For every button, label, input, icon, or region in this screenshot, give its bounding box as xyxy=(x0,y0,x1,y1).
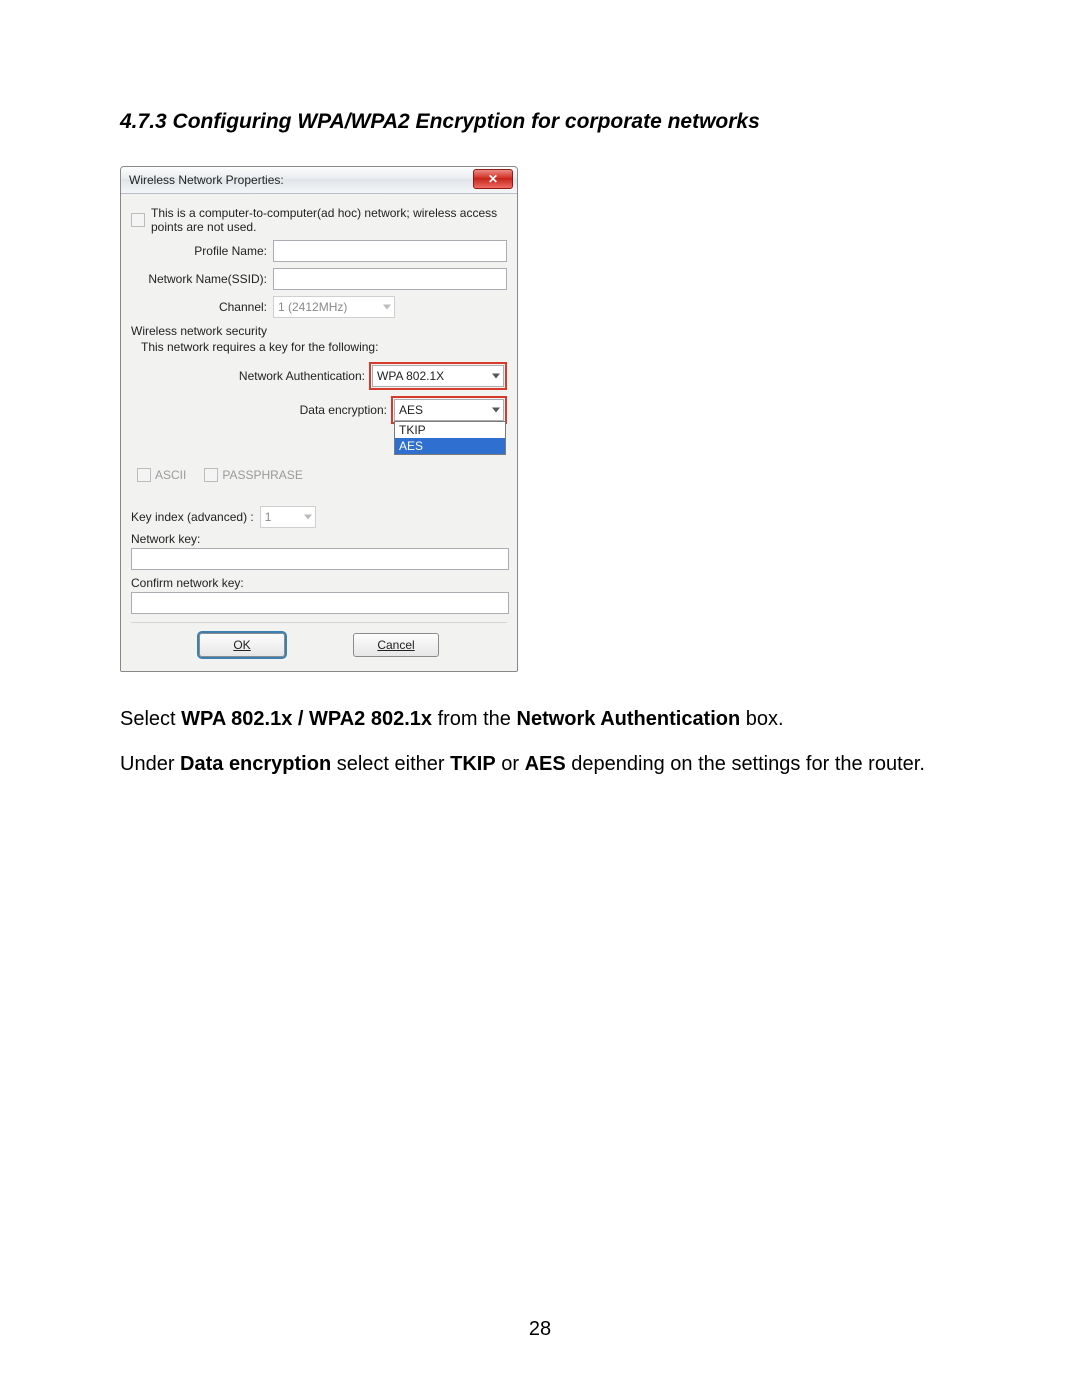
confirm-key-input[interactable] xyxy=(131,592,509,614)
passphrase-label: PASSPHRASE xyxy=(222,468,302,482)
chevron-down-icon xyxy=(383,305,391,310)
ascii-checkbox xyxy=(137,468,151,482)
network-key-label: Network key: xyxy=(131,532,507,546)
key-index-value: 1 xyxy=(265,510,272,524)
profile-name-input[interactable] xyxy=(273,240,507,262)
key-index-label: Key index (advanced) : xyxy=(131,510,260,524)
security-group-label: Wireless network security xyxy=(131,324,507,338)
data-encryption-value: AES xyxy=(399,403,423,417)
data-encryption-dropdown[interactable]: TKIP AES xyxy=(394,421,506,455)
data-encryption-highlight: AES TKIP AES xyxy=(391,396,507,424)
chevron-down-icon xyxy=(304,515,312,520)
channel-select: 1 (2412MHz) xyxy=(273,296,395,318)
ok-button-label: OK xyxy=(233,638,250,652)
instruction-2: Under Data encryption select either TKIP… xyxy=(120,751,960,778)
channel-value: 1 (2412MHz) xyxy=(278,300,347,314)
network-auth-label: Network Authentication: xyxy=(239,369,369,383)
ssid-input[interactable] xyxy=(273,268,507,290)
confirm-key-label: Confirm network key: xyxy=(131,576,507,590)
ssid-label: Network Name(SSID): xyxy=(131,272,273,286)
dialog-wireless-network-properties: Wireless Network Properties: ✕ This is a… xyxy=(120,166,518,672)
data-encryption-option-aes[interactable]: AES xyxy=(395,438,505,454)
key-index-select: 1 xyxy=(260,506,316,528)
network-key-input[interactable] xyxy=(131,548,509,570)
close-button[interactable]: ✕ xyxy=(473,169,513,189)
section-heading: 4.7.3 Configuring WPA/WPA2 Encryption fo… xyxy=(120,110,960,134)
ascii-checkbox-row: ASCII xyxy=(137,468,186,482)
chevron-down-icon xyxy=(492,374,500,379)
cancel-button[interactable]: Cancel xyxy=(353,633,439,657)
profile-name-label: Profile Name: xyxy=(131,244,273,258)
encoding-checkboxes: ASCII PASSPHRASE xyxy=(137,464,507,486)
chevron-down-icon xyxy=(492,408,500,413)
adhoc-checkbox[interactable] xyxy=(131,213,145,227)
passphrase-checkbox xyxy=(204,468,218,482)
requires-key-text: This network requires a key for the foll… xyxy=(141,340,507,354)
passphrase-checkbox-row: PASSPHRASE xyxy=(204,468,302,482)
ascii-label: ASCII xyxy=(155,468,186,482)
data-encryption-label: Data encryption: xyxy=(300,403,391,417)
dialog-title: Wireless Network Properties: xyxy=(129,173,284,187)
cancel-button-label: Cancel xyxy=(377,638,414,652)
channel-label: Channel: xyxy=(131,300,273,314)
network-auth-highlight: WPA 802.1X xyxy=(369,362,507,390)
close-icon: ✕ xyxy=(488,172,498,186)
data-encryption-select[interactable]: AES xyxy=(394,399,504,421)
data-encryption-option-tkip[interactable]: TKIP xyxy=(395,422,505,438)
network-auth-select[interactable]: WPA 802.1X xyxy=(372,365,504,387)
instruction-1: Select WPA 802.1x / WPA2 802.1x from the… xyxy=(120,706,960,733)
ok-button[interactable]: OK xyxy=(199,633,285,657)
adhoc-checkbox-row[interactable]: This is a computer-to-computer(ad hoc) n… xyxy=(131,206,507,234)
page-number: 28 xyxy=(0,1318,1080,1341)
dialog-titlebar: Wireless Network Properties: ✕ xyxy=(121,167,517,194)
network-auth-value: WPA 802.1X xyxy=(377,369,444,383)
adhoc-checkbox-label: This is a computer-to-computer(ad hoc) n… xyxy=(151,206,507,234)
